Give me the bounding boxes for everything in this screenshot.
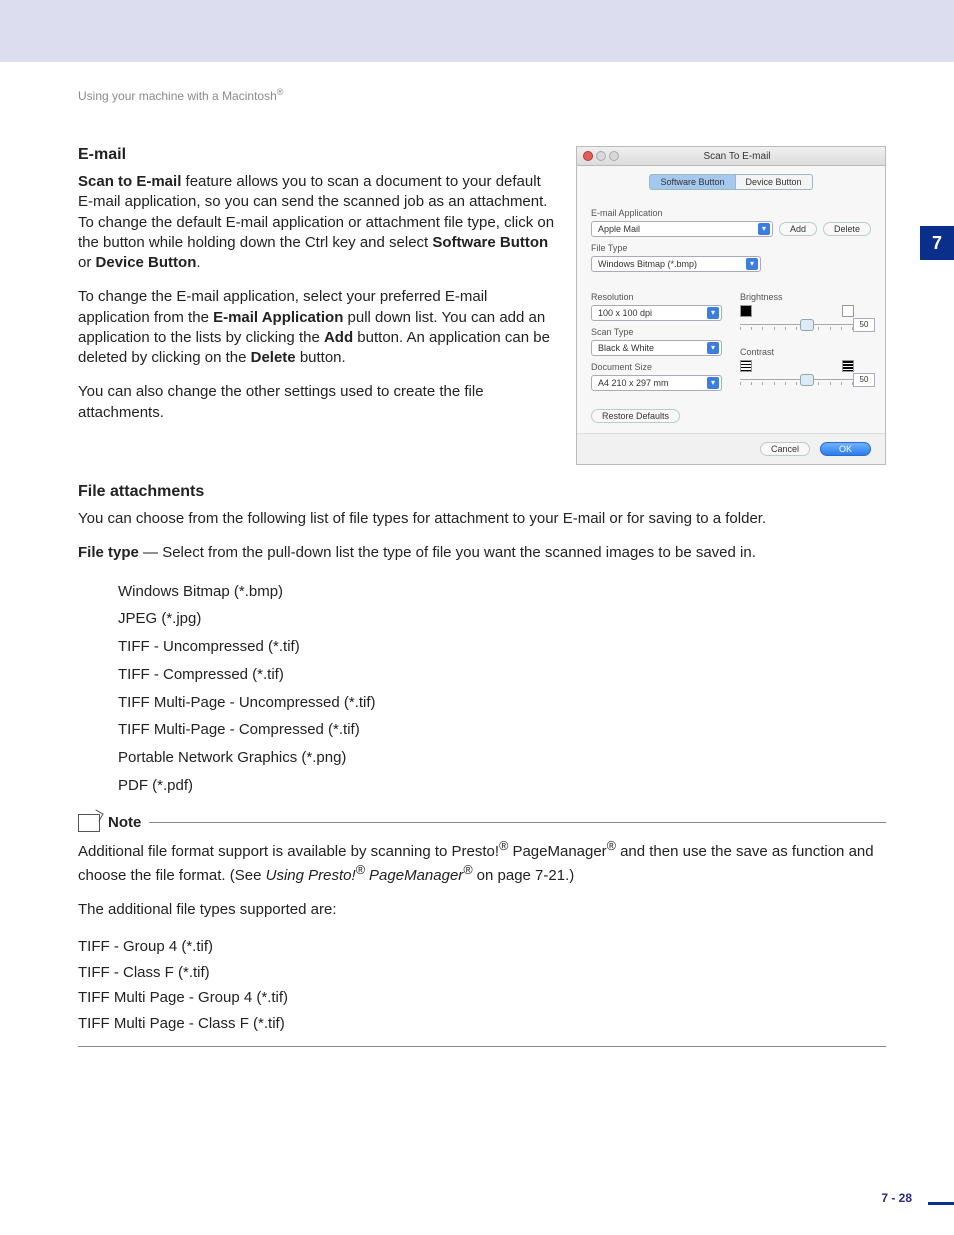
label-contrast: Contrast bbox=[740, 347, 871, 357]
doc-size-select[interactable]: A4 210 x 297 mm▾ bbox=[591, 375, 722, 391]
label-brightness: Brightness bbox=[740, 292, 871, 302]
contrast-slider[interactable]: 50 bbox=[740, 376, 871, 384]
cancel-button[interactable]: Cancel bbox=[760, 442, 810, 456]
footer-accent bbox=[928, 1202, 954, 1205]
contrast-value: 50 bbox=[853, 373, 875, 387]
zoom-icon bbox=[609, 151, 619, 161]
note-label: Note bbox=[108, 814, 141, 831]
tab-device-button[interactable]: Device Button bbox=[736, 174, 813, 190]
note-rule bbox=[149, 822, 886, 823]
tab-software-button[interactable]: Software Button bbox=[649, 174, 735, 190]
scan-type-select[interactable]: Black & White▾ bbox=[591, 340, 722, 356]
list-item: TIFF Multi Page - Group 4 (*.tif) bbox=[78, 985, 886, 1011]
file-attachments-heading: File attachments bbox=[78, 483, 886, 501]
label-resolution: Resolution bbox=[591, 292, 722, 302]
brightness-slider[interactable]: 50 bbox=[740, 321, 871, 329]
additional-types-list: TIFF - Group 4 (*.tif) TIFF - Class F (*… bbox=[78, 934, 886, 1036]
note-icon bbox=[78, 814, 100, 832]
ok-button[interactable]: OK bbox=[820, 442, 871, 456]
resolution-select[interactable]: 100 x 100 dpi▾ bbox=[591, 305, 722, 321]
chapter-tab: 7 bbox=[920, 226, 954, 260]
dialog-title: Scan To E-mail bbox=[619, 151, 885, 162]
list-item: TIFF - Class F (*.tif) bbox=[78, 960, 886, 986]
label-email-app: E-mail Application bbox=[591, 208, 871, 218]
minimize-icon bbox=[596, 151, 606, 161]
note-end-rule bbox=[78, 1046, 886, 1047]
restore-defaults-button[interactable]: Restore Defaults bbox=[591, 409, 680, 423]
note-p2: The additional file types supported are: bbox=[78, 900, 886, 920]
email-para-2: To change the E-mail application, select… bbox=[78, 287, 558, 368]
file-type-select[interactable]: Windows Bitmap (*.bmp)▾ bbox=[591, 256, 761, 272]
breadcrumb: Using your machine with a Macintosh® bbox=[78, 86, 886, 104]
file-type-list: Windows Bitmap (*.bmp) JPEG (*.jpg) TIFF… bbox=[118, 578, 886, 800]
swatch-dark bbox=[740, 305, 752, 317]
top-band bbox=[0, 0, 954, 62]
label-doc-size: Document Size bbox=[591, 362, 722, 372]
list-item: JPEG (*.jpg) bbox=[118, 605, 886, 633]
list-item: TIFF - Group 4 (*.tif) bbox=[78, 934, 886, 960]
email-heading: E-mail bbox=[78, 146, 558, 164]
email-para-1: Scan to E-mail feature allows you to sca… bbox=[78, 172, 558, 273]
list-item: TIFF Multi-Page - Compressed (*.tif) bbox=[118, 716, 886, 744]
swatch-light bbox=[842, 305, 854, 317]
page-number: 7 - 28 bbox=[881, 1191, 912, 1205]
swatch-high-contrast bbox=[842, 360, 854, 372]
scan-to-email-dialog: Scan To E-mail Software Button Device Bu… bbox=[576, 146, 886, 465]
brightness-value: 50 bbox=[853, 318, 875, 332]
file-attachments-p2: File type — Select from the pull-down li… bbox=[78, 543, 886, 563]
close-icon[interactable] bbox=[583, 151, 593, 161]
swatch-low-contrast bbox=[740, 360, 752, 372]
list-item: TIFF Multi Page - Class F (*.tif) bbox=[78, 1011, 886, 1037]
email-app-select[interactable]: Apple Mail▾ bbox=[591, 221, 773, 237]
list-item: TIFF Multi-Page - Uncompressed (*.tif) bbox=[118, 689, 886, 717]
file-attachments-p1: You can choose from the following list o… bbox=[78, 509, 886, 529]
delete-button[interactable]: Delete bbox=[823, 222, 871, 236]
add-button[interactable]: Add bbox=[779, 222, 817, 236]
list-item: Portable Network Graphics (*.png) bbox=[118, 744, 886, 772]
list-item: TIFF - Compressed (*.tif) bbox=[118, 661, 886, 689]
note-p1: Additional file format support is availa… bbox=[78, 838, 886, 887]
list-item: TIFF - Uncompressed (*.tif) bbox=[118, 633, 886, 661]
label-scan-type: Scan Type bbox=[591, 327, 722, 337]
list-item: Windows Bitmap (*.bmp) bbox=[118, 578, 886, 606]
email-para-3: You can also change the other settings u… bbox=[78, 382, 558, 423]
label-file-type: File Type bbox=[591, 243, 871, 253]
list-item: PDF (*.pdf) bbox=[118, 772, 886, 800]
